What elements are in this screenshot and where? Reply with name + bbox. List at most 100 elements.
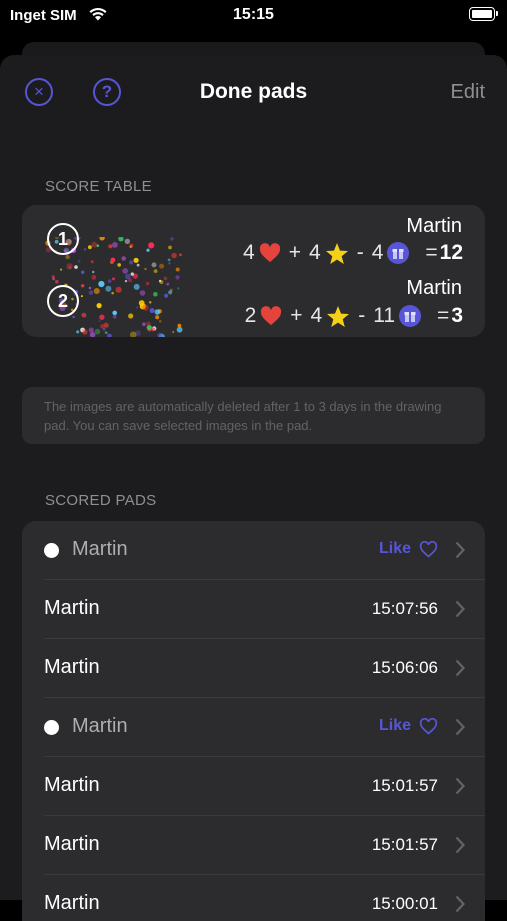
sparkle-dot: [72, 315, 75, 319]
sparkle-dot: [142, 322, 146, 326]
unread-dot: [44, 720, 59, 735]
score-table: 1 Martin 4 + 4 - 4 = 12 2 Martin 2 + 4 -…: [22, 205, 485, 337]
like-button[interactable]: Like: [379, 717, 438, 735]
heart-outline-icon: [419, 540, 438, 558]
plus-sign: +: [288, 241, 301, 264]
sparkle-dot: [118, 237, 124, 242]
sparkle-dot: [98, 319, 101, 323]
sparkle-dot: [172, 331, 175, 333]
minus-sign: -: [358, 304, 366, 327]
gift-icon: [387, 242, 410, 264]
sparkle-dot: [88, 245, 92, 250]
heart-icon: [259, 243, 281, 263]
sparkle-dot: [92, 270, 95, 274]
sparkle-dot: [168, 290, 173, 295]
sparkle-dot: [171, 252, 177, 259]
sparkle-dot: [159, 320, 162, 323]
sparkle-dot: [146, 281, 150, 286]
sparkle-dot: [96, 244, 100, 247]
sparkle-dot: [117, 263, 121, 267]
sparkle-dot: [52, 277, 55, 281]
sparkle-dot: [94, 328, 101, 335]
sparkle-dot: [112, 277, 115, 281]
stars-count: 4: [309, 241, 321, 264]
sparkle-dot: [146, 248, 150, 252]
sparkle-dot: [77, 259, 81, 263]
list-item[interactable]: Martin Like: [22, 698, 485, 757]
sparkle-dot: [115, 286, 122, 293]
sparkle-dot: [155, 315, 160, 320]
sparkle-dot: [90, 260, 94, 264]
chevron-right-icon: [455, 777, 465, 795]
sparkle-dot: [88, 290, 94, 295]
star-icon: [326, 305, 350, 328]
chevron-right-icon: [455, 895, 465, 913]
chevron-right-icon: [455, 600, 465, 618]
sparkle-dot: [66, 263, 73, 270]
sparkle-dot: [136, 306, 139, 309]
sparkle-dot: [175, 275, 180, 280]
pad-owner: Martin: [44, 892, 100, 914]
list-item[interactable]: Martin Like: [22, 521, 485, 580]
gift-icon: [399, 305, 422, 327]
sparkle-dot: [108, 244, 113, 249]
list-item[interactable]: Martin 15:01:57: [22, 757, 485, 816]
sparkle-dot: [179, 253, 182, 257]
pad-owner: Martin: [44, 774, 100, 796]
sparkle-dot: [112, 314, 117, 319]
gifts-count: 4: [371, 241, 384, 264]
total-score: 3: [451, 304, 463, 327]
sparkle-dot: [139, 290, 146, 296]
player-name: Martin: [406, 277, 462, 299]
sparkle-dot: [81, 270, 85, 274]
sparkle-dot: [153, 292, 158, 297]
score-table-label: SCORE TABLE: [45, 178, 152, 195]
scored-pads-label: SCORED PADS: [45, 492, 157, 509]
list-item[interactable]: Martin 15:00:01: [22, 875, 485, 921]
sparkle-dot: [130, 272, 134, 276]
stars-count: 4: [310, 304, 323, 327]
sparkle-dot: [163, 276, 168, 281]
sparkle-dot: [151, 327, 155, 332]
sparkle-dot: [177, 287, 180, 290]
pad-owner: Martin: [72, 538, 128, 560]
clock: 15:15: [233, 6, 274, 23]
sparkle-dot: [136, 263, 140, 267]
sparkle-dot: [111, 291, 114, 295]
sparkle-dot: [158, 279, 162, 283]
list-item[interactable]: Martin 15:06:06: [22, 639, 485, 698]
sparkle-dot: [102, 327, 106, 331]
list-item[interactable]: Martin 15:01:57: [22, 816, 485, 875]
pad-owner: Martin: [72, 715, 128, 737]
sparkle-dot: [177, 323, 182, 328]
status-bar: Inget SIM 15:15: [0, 0, 507, 34]
pad-owner: Martin: [44, 597, 100, 619]
pad-time: 15:01:57: [371, 835, 438, 854]
sparkle-dot: [80, 295, 83, 298]
score-formula: 2 + 4 - 11 = 3: [245, 304, 463, 328]
gifts-count: 11: [373, 304, 396, 327]
sparkle-dot: [110, 257, 116, 263]
like-button[interactable]: Like: [379, 540, 438, 558]
pad-owner: Martin: [44, 833, 100, 855]
sparkle-dot: [167, 258, 171, 262]
sparkle-dot: [153, 269, 158, 273]
list-item[interactable]: Martin 15:07:56: [22, 580, 485, 639]
sparkle-dot: [133, 283, 140, 290]
like-label: Like: [378, 540, 411, 557]
pad-time: 15:01:57: [371, 776, 438, 795]
sparkle-dot: [105, 285, 112, 292]
sparkle-dot: [149, 308, 155, 314]
sparkle-dot: [99, 314, 105, 320]
sparkle-dot: [121, 256, 126, 261]
edit-button[interactable]: Edit: [451, 81, 485, 104]
sparkle-dot: [151, 262, 157, 268]
rank-badge-2: 2: [47, 285, 79, 317]
scored-pads-list: Martin Like Martin 15:07:56 Martin 15:06…: [22, 521, 485, 921]
sparkle-dot: [99, 237, 105, 241]
heart-icon: [260, 306, 282, 326]
sparkle-dot: [122, 268, 129, 274]
sparkle-dot: [124, 279, 128, 283]
chevron-right-icon: [455, 541, 465, 559]
chevron-right-icon: [455, 836, 465, 854]
